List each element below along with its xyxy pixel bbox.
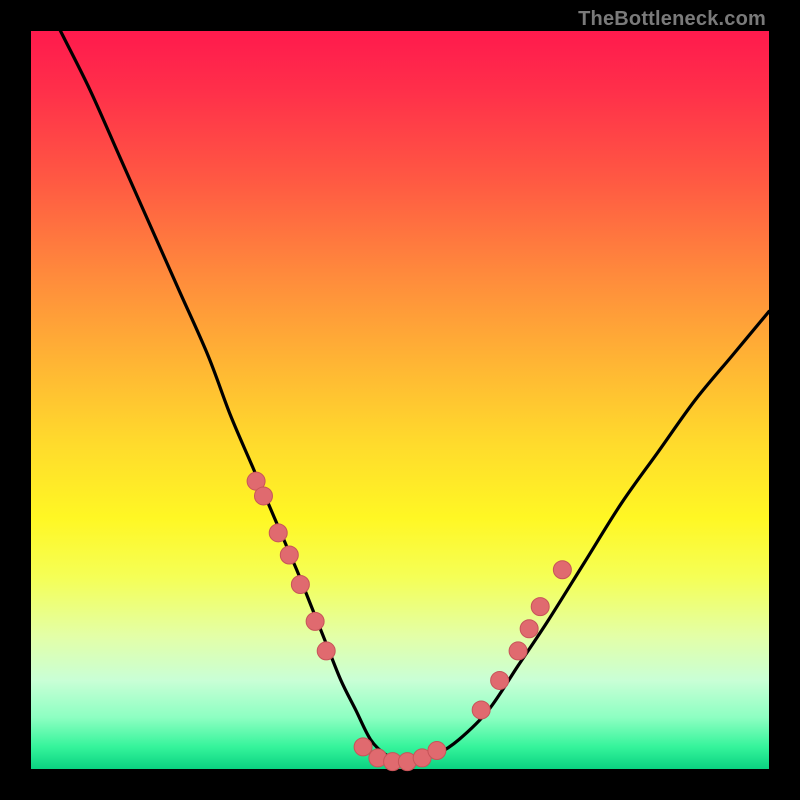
curve-marker	[531, 598, 549, 616]
curve-marker	[269, 524, 287, 542]
curve-markers	[247, 472, 571, 770]
curve-marker	[472, 701, 490, 719]
curve-marker	[491, 671, 509, 689]
chart-svg	[31, 31, 769, 769]
curve-marker	[280, 546, 298, 564]
plot-area	[31, 31, 769, 769]
curve-marker	[509, 642, 527, 660]
curve-marker	[520, 620, 538, 638]
watermark-text: TheBottleneck.com	[578, 8, 766, 31]
curve-marker	[291, 576, 309, 594]
curve-marker	[306, 612, 324, 630]
curve-marker	[354, 738, 372, 756]
chart-frame: TheBottleneck.com	[0, 0, 800, 800]
curve-marker	[254, 487, 272, 505]
curve-marker	[428, 742, 446, 760]
bottleneck-curve	[31, 0, 769, 763]
curve-marker	[317, 642, 335, 660]
curve-marker	[553, 561, 571, 579]
